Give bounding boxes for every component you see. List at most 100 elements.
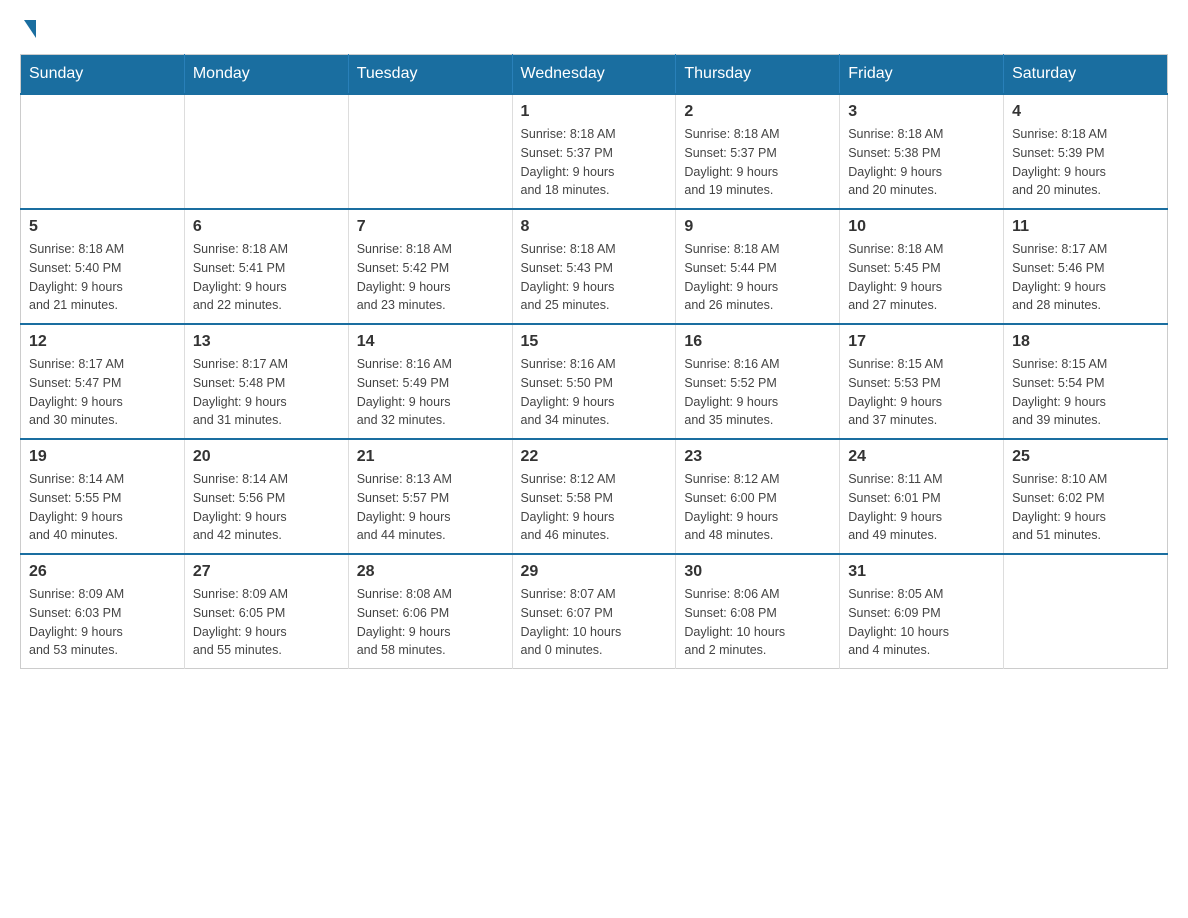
- calendar-cell: 26Sunrise: 8:09 AMSunset: 6:03 PMDayligh…: [21, 554, 185, 669]
- calendar-cell: [21, 94, 185, 209]
- day-info: Sunrise: 8:05 AMSunset: 6:09 PMDaylight:…: [848, 585, 995, 660]
- day-number: 5: [29, 218, 176, 236]
- day-number: 1: [521, 103, 668, 121]
- day-info: Sunrise: 8:09 AMSunset: 6:05 PMDaylight:…: [193, 585, 340, 660]
- day-info: Sunrise: 8:18 AMSunset: 5:37 PMDaylight:…: [521, 125, 668, 200]
- day-info: Sunrise: 8:12 AMSunset: 5:58 PMDaylight:…: [521, 470, 668, 545]
- calendar-cell: 17 Sunrise: 8:15 AMSunset: 5:53 PMDayligh…: [840, 324, 1004, 439]
- day-number: 15: [521, 333, 668, 351]
- day-number: 14: [357, 333, 504, 351]
- day-info: Sunrise: 8:08 AMSunset: 6:06 PMDaylight:…: [357, 585, 504, 660]
- weekday-header-row: SundayMondayTuesdayWednesdayThursdayFrid…: [21, 55, 1168, 95]
- weekday-header-wednesday: Wednesday: [512, 55, 676, 95]
- calendar-cell: 21 Sunrise: 8:13 AMSunset: 5:57 PMDayligh…: [348, 439, 512, 554]
- calendar-cell: 11Sunrise: 8:17 AMSunset: 5:46 PMDayligh…: [1004, 209, 1168, 324]
- calendar-cell: 12 Sunrise: 8:17 AMSunset: 5:47 PMDayligh…: [21, 324, 185, 439]
- day-info: Sunrise: 8:18 AMSunset: 5:38 PMDaylight:…: [848, 125, 995, 200]
- calendar-header: SundayMondayTuesdayWednesdayThursdayFrid…: [21, 55, 1168, 95]
- calendar-week-row: 26Sunrise: 8:09 AMSunset: 6:03 PMDayligh…: [21, 554, 1168, 669]
- weekday-header-friday: Friday: [840, 55, 1004, 95]
- day-number: 30: [684, 563, 831, 581]
- calendar-cell: 18Sunrise: 8:15 AMSunset: 5:54 PMDayligh…: [1004, 324, 1168, 439]
- day-info: Sunrise: 8:17 AMSunset: 5:47 PMDaylight:…: [29, 355, 176, 430]
- calendar-cell: 22Sunrise: 8:12 AMSunset: 5:58 PMDayligh…: [512, 439, 676, 554]
- weekday-header-saturday: Saturday: [1004, 55, 1168, 95]
- day-number: 26: [29, 563, 176, 581]
- day-info: Sunrise: 8:18 AMSunset: 5:41 PMDaylight:…: [193, 240, 340, 315]
- day-info: Sunrise: 8:15 AMSunset: 5:53 PMDaylight:…: [848, 355, 995, 430]
- calendar-cell: 30 Sunrise: 8:06 AMSunset: 6:08 PMDayligh…: [676, 554, 840, 669]
- day-info: Sunrise: 8:10 AMSunset: 6:02 PMDaylight:…: [1012, 470, 1159, 545]
- day-info: Sunrise: 8:18 AMSunset: 5:37 PMDaylight:…: [684, 125, 831, 200]
- day-info: Sunrise: 8:11 AMSunset: 6:01 PMDaylight:…: [848, 470, 995, 545]
- page-header: [20, 20, 1168, 34]
- day-number: 6: [193, 218, 340, 236]
- calendar-cell: 6 Sunrise: 8:18 AMSunset: 5:41 PMDaylight…: [184, 209, 348, 324]
- day-number: 17: [848, 333, 995, 351]
- calendar-cell: [1004, 554, 1168, 669]
- calendar-body: 1 Sunrise: 8:18 AMSunset: 5:37 PMDaylight…: [21, 94, 1168, 669]
- day-number: 29: [521, 563, 668, 581]
- day-number: 3: [848, 103, 995, 121]
- calendar-cell: 13Sunrise: 8:17 AMSunset: 5:48 PMDayligh…: [184, 324, 348, 439]
- day-number: 25: [1012, 448, 1159, 466]
- calendar-cell: 20Sunrise: 8:14 AMSunset: 5:56 PMDayligh…: [184, 439, 348, 554]
- calendar-week-row: 5 Sunrise: 8:18 AMSunset: 5:40 PMDaylight…: [21, 209, 1168, 324]
- day-info: Sunrise: 8:06 AMSunset: 6:08 PMDaylight:…: [684, 585, 831, 660]
- day-number: 20: [193, 448, 340, 466]
- calendar-cell: 31 Sunrise: 8:05 AMSunset: 6:09 PMDayligh…: [840, 554, 1004, 669]
- day-info: Sunrise: 8:18 AMSunset: 5:44 PMDaylight:…: [684, 240, 831, 315]
- day-number: 27: [193, 563, 340, 581]
- day-number: 28: [357, 563, 504, 581]
- day-number: 24: [848, 448, 995, 466]
- calendar-cell: 2 Sunrise: 8:18 AMSunset: 5:37 PMDaylight…: [676, 94, 840, 209]
- day-number: 12: [29, 333, 176, 351]
- day-info: Sunrise: 8:12 AMSunset: 6:00 PMDaylight:…: [684, 470, 831, 545]
- calendar-cell: 23Sunrise: 8:12 AMSunset: 6:00 PMDayligh…: [676, 439, 840, 554]
- logo: [20, 20, 36, 34]
- day-number: 19: [29, 448, 176, 466]
- day-info: Sunrise: 8:18 AMSunset: 5:42 PMDaylight:…: [357, 240, 504, 315]
- calendar-cell: 1 Sunrise: 8:18 AMSunset: 5:37 PMDaylight…: [512, 94, 676, 209]
- day-number: 7: [357, 218, 504, 236]
- day-info: Sunrise: 8:16 AMSunset: 5:50 PMDaylight:…: [521, 355, 668, 430]
- day-number: 21: [357, 448, 504, 466]
- day-info: Sunrise: 8:07 AMSunset: 6:07 PMDaylight:…: [521, 585, 668, 660]
- logo-general: [20, 20, 36, 38]
- calendar-cell: 16 Sunrise: 8:16 AMSunset: 5:52 PMDayligh…: [676, 324, 840, 439]
- day-info: Sunrise: 8:16 AMSunset: 5:49 PMDaylight:…: [357, 355, 504, 430]
- weekday-header-thursday: Thursday: [676, 55, 840, 95]
- day-info: Sunrise: 8:16 AMSunset: 5:52 PMDaylight:…: [684, 355, 831, 430]
- day-info: Sunrise: 8:13 AMSunset: 5:57 PMDaylight:…: [357, 470, 504, 545]
- day-number: 4: [1012, 103, 1159, 121]
- calendar-cell: 4 Sunrise: 8:18 AMSunset: 5:39 PMDaylight…: [1004, 94, 1168, 209]
- calendar-cell: 14 Sunrise: 8:16 AMSunset: 5:49 PMDayligh…: [348, 324, 512, 439]
- day-info: Sunrise: 8:18 AMSunset: 5:43 PMDaylight:…: [521, 240, 668, 315]
- calendar-cell: 25 Sunrise: 8:10 AMSunset: 6:02 PMDayligh…: [1004, 439, 1168, 554]
- weekday-header-tuesday: Tuesday: [348, 55, 512, 95]
- calendar-cell: [184, 94, 348, 209]
- weekday-header-sunday: Sunday: [21, 55, 185, 95]
- day-info: Sunrise: 8:18 AMSunset: 5:45 PMDaylight:…: [848, 240, 995, 315]
- day-number: 16: [684, 333, 831, 351]
- day-number: 2: [684, 103, 831, 121]
- day-info: Sunrise: 8:17 AMSunset: 5:48 PMDaylight:…: [193, 355, 340, 430]
- day-info: Sunrise: 8:14 AMSunset: 5:55 PMDaylight:…: [29, 470, 176, 545]
- calendar-cell: 29 Sunrise: 8:07 AMSunset: 6:07 PMDayligh…: [512, 554, 676, 669]
- day-info: Sunrise: 8:18 AMSunset: 5:40 PMDaylight:…: [29, 240, 176, 315]
- calendar-cell: 8Sunrise: 8:18 AMSunset: 5:43 PMDaylight…: [512, 209, 676, 324]
- day-info: Sunrise: 8:15 AMSunset: 5:54 PMDaylight:…: [1012, 355, 1159, 430]
- calendar-cell: 15 Sunrise: 8:16 AMSunset: 5:50 PMDayligh…: [512, 324, 676, 439]
- calendar-cell: [348, 94, 512, 209]
- day-number: 9: [684, 218, 831, 236]
- logo-arrow-icon: [24, 20, 36, 38]
- calendar-week-row: 12 Sunrise: 8:17 AMSunset: 5:47 PMDayligh…: [21, 324, 1168, 439]
- day-info: Sunrise: 8:18 AMSunset: 5:39 PMDaylight:…: [1012, 125, 1159, 200]
- calendar-cell: 10 Sunrise: 8:18 AMSunset: 5:45 PMDayligh…: [840, 209, 1004, 324]
- calendar-week-row: 19 Sunrise: 8:14 AMSunset: 5:55 PMDayligh…: [21, 439, 1168, 554]
- calendar-cell: 19 Sunrise: 8:14 AMSunset: 5:55 PMDayligh…: [21, 439, 185, 554]
- calendar-cell: 3 Sunrise: 8:18 AMSunset: 5:38 PMDaylight…: [840, 94, 1004, 209]
- day-number: 10: [848, 218, 995, 236]
- day-number: 11: [1012, 218, 1159, 236]
- day-number: 31: [848, 563, 995, 581]
